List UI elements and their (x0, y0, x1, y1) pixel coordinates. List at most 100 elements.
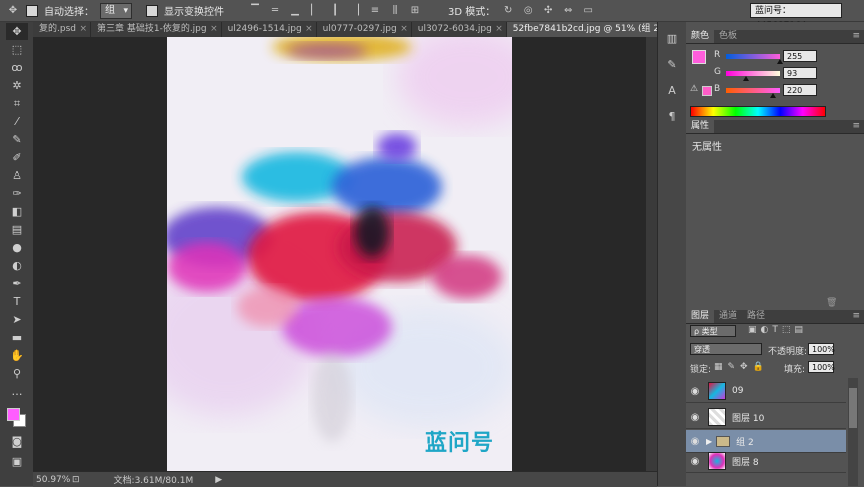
tab-doc-5[interactable]: ul3072-6034.jpg × (412, 22, 507, 37)
auto-align-icon[interactable]: ⊞ (408, 4, 422, 18)
panel-menu-icon[interactable]: ≡ (852, 310, 860, 323)
close-icon[interactable]: × (495, 22, 503, 37)
brush-tool-button[interactable]: ✐ (6, 149, 28, 166)
tab-doc-2[interactable]: 第三章 基础技1-依复的.jpg × (91, 22, 222, 37)
align-top-icon[interactable]: ▔ (248, 4, 262, 18)
layer-row[interactable]: ◉ 09 (686, 380, 846, 403)
layer-row[interactable]: ◉ 图层 8 (686, 450, 846, 473)
b-slider-thumb[interactable] (769, 93, 776, 98)
fill-input[interactable]: 100% (808, 361, 835, 373)
crop-tool-button[interactable]: ⌗ (6, 95, 28, 112)
color-spectrum-bar[interactable] (690, 106, 826, 117)
expand-arrow-icon[interactable]: ▶ (706, 437, 712, 446)
close-icon[interactable]: × (400, 22, 408, 37)
show-transform-checkbox[interactable] (146, 4, 158, 17)
workspace-input[interactable]: 蓝问号：445687164 (750, 3, 842, 31)
history-panel-icon[interactable]: ▥ (663, 30, 681, 48)
lasso-tool-button[interactable]: ꝏ (6, 59, 28, 76)
align-right-icon[interactable]: ▕ (348, 4, 362, 18)
close-icon[interactable]: × (305, 22, 313, 37)
auto-select-dropdown[interactable]: 组 (100, 2, 132, 19)
quick-mask-icon[interactable]: ◙ (6, 433, 28, 450)
tab-properties[interactable]: 属性 (686, 120, 715, 133)
status-arrow-icon[interactable]: ▶ (215, 475, 222, 485)
blur-tool-button[interactable]: ● (6, 239, 28, 256)
distribute-h-icon[interactable]: ⫼ (388, 4, 402, 18)
blend-mode-dropdown[interactable]: 穿透 (690, 343, 762, 355)
layers-scrollbar[interactable] (848, 378, 858, 486)
eye-icon[interactable]: ◉ (686, 412, 704, 423)
3d-slide-icon[interactable]: ⇔ (561, 4, 575, 18)
path-selection-tool-button[interactable]: ➤ (6, 311, 28, 328)
tab-doc-1[interactable]: 复的.psd × (33, 22, 91, 37)
document-canvas[interactable]: 蓝问号 (167, 37, 512, 471)
status-icon[interactable]: ⊡ (72, 475, 80, 485)
tab-color[interactable]: 颜色 (686, 30, 715, 43)
tab-doc-3[interactable]: ul2496-1514.jpg × (222, 22, 317, 37)
gradient-tool-button[interactable]: ▤ (6, 221, 28, 238)
tab-channels[interactable]: 通道 (714, 310, 742, 323)
move-tool-icon[interactable]: ✥ (6, 4, 20, 18)
g-value-input[interactable]: 93 (783, 67, 817, 79)
close-icon[interactable]: × (79, 22, 87, 37)
marquee-tool-button[interactable]: ⬚ (6, 41, 28, 58)
distribute-icon[interactable]: ≡ (368, 4, 382, 18)
tools-panel: ✥ ⬚ ꝏ ✲ ⌗ ⁄ ✎ ✐ ♙ ✑ ◧ ▤ ● ◐ ✒ T ➤ ▬ ✋ ⚲ … (0, 22, 34, 486)
eye-icon[interactable]: ◉ (686, 456, 704, 467)
3d-rotate-icon[interactable]: ↻ (501, 4, 515, 18)
foreground-color-swatch[interactable] (7, 408, 20, 421)
close-icon[interactable]: × (210, 22, 218, 37)
layer-row[interactable]: ◉ 图层 10 (686, 406, 846, 429)
align-left-icon[interactable]: ▏ (308, 4, 322, 18)
paragraph-panel-icon[interactable]: ¶ (663, 108, 681, 126)
gamut-swatch[interactable] (702, 86, 712, 96)
tab-paths[interactable]: 路径 (742, 310, 770, 323)
align-bottom-icon[interactable]: ▁ (288, 4, 302, 18)
layer-filter-icons[interactable]: ▣◐T⬚▤ (748, 325, 807, 335)
g-slider[interactable] (726, 71, 780, 76)
lock-icons[interactable]: ▦✎✥🔒 (714, 362, 769, 372)
tab-layers[interactable]: 图层 (686, 310, 715, 323)
eraser-tool-button[interactable]: ◧ (6, 203, 28, 220)
panel-menu-icon[interactable]: ≡ (852, 120, 860, 133)
3d-scale-icon[interactable]: ▭ (581, 4, 595, 18)
zoom-level[interactable]: 50.97% (33, 475, 72, 485)
align-center-icon[interactable]: ┃ (328, 4, 342, 18)
panel-menu-icon[interactable]: ≡ (852, 30, 860, 43)
eyedropper-tool-button[interactable]: ⁄ (6, 113, 28, 130)
eye-icon[interactable]: ◉ (686, 436, 704, 447)
character-panel-icon[interactable]: A (663, 82, 681, 100)
g-slider-thumb[interactable] (742, 76, 749, 81)
3d-roll-icon[interactable]: ◎ (521, 4, 535, 18)
auto-select-checkbox[interactable] (26, 4, 38, 17)
zoom-tool-button[interactable]: ⚲ (6, 365, 28, 382)
type-tool-button[interactable]: T (6, 293, 28, 310)
options-bar: ✥ 自动选择： 组 显示变换控件 ▔ ═ ▁ ▏ ┃ ▕ ≡ ⫼ ⊞ 3D 模式… (0, 0, 864, 31)
eye-icon[interactable]: ◉ (686, 386, 704, 397)
magic-wand-tool-button[interactable]: ✲ (6, 77, 28, 94)
r-slider[interactable] (726, 54, 780, 59)
pen-tool-button[interactable]: ✒ (6, 275, 28, 292)
trash-icon[interactable]: 🗑 (826, 298, 837, 308)
opacity-input[interactable]: 100% (808, 343, 835, 355)
layer-filter-dropdown[interactable]: ρ 类型 (690, 325, 736, 337)
tab-swatches[interactable]: 色板 (714, 30, 742, 43)
shape-tool-button[interactable]: ▬ (6, 329, 28, 346)
align-middle-icon[interactable]: ═ (268, 4, 282, 18)
history-brush-tool-button[interactable]: ✑ (6, 185, 28, 202)
healing-brush-tool-button[interactable]: ✎ (6, 131, 28, 148)
screen-mode-icon[interactable]: ▣ (6, 453, 28, 470)
r-value-input[interactable]: 255 (783, 50, 817, 62)
tab-doc-4[interactable]: ul0777-0297.jpg × (317, 22, 412, 37)
canvas-vertical-scrollbar[interactable] (646, 37, 657, 471)
properties-panel-icon[interactable]: ✎ (663, 56, 681, 74)
hand-tool-button[interactable]: ✋ (6, 347, 28, 364)
3d-mode-label: 3D 模式： (448, 7, 496, 18)
move-tool-button[interactable]: ✥ (6, 23, 28, 40)
extra-tool-button[interactable]: … (6, 383, 28, 400)
b-value-input[interactable]: 220 (783, 84, 817, 96)
canvas-area[interactable]: 蓝问号 (33, 37, 657, 471)
3d-pan-icon[interactable]: ✣ (541, 4, 555, 18)
clone-stamp-tool-button[interactable]: ♙ (6, 167, 28, 184)
dodge-tool-button[interactable]: ◐ (6, 257, 28, 274)
